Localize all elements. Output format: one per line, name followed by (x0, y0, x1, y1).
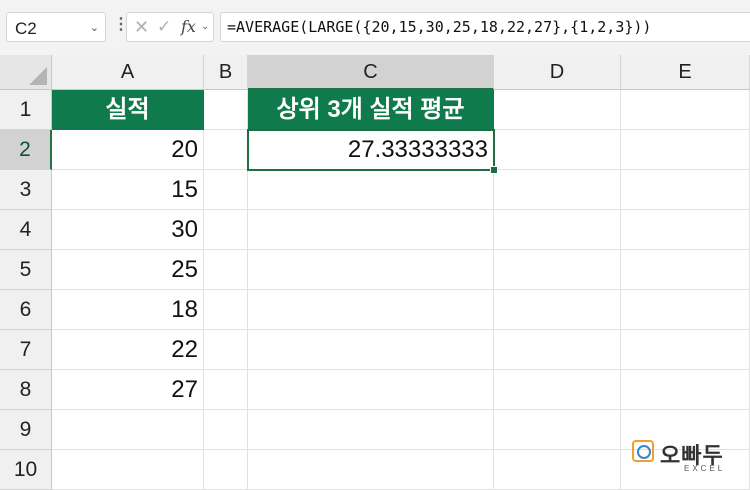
cell-c9[interactable] (248, 410, 494, 450)
cell-a2[interactable]: 20 (52, 130, 204, 170)
cell-b9[interactable] (204, 410, 248, 450)
cell-b4[interactable] (204, 210, 248, 250)
row-header-8[interactable]: 8 (0, 370, 52, 410)
row-header-9[interactable]: 9 (0, 410, 52, 450)
cell-d1[interactable] (494, 90, 621, 130)
cell-c4[interactable] (248, 210, 494, 250)
cell-b2[interactable] (204, 130, 248, 170)
formula-bar: C2 ⌄ ⋮ ✕ ✓ fx ⌄ =AVERAGE(LARGE({20,15,30… (0, 0, 750, 55)
cell-a4[interactable]: 30 (52, 210, 204, 250)
cell-c8[interactable] (248, 370, 494, 410)
column-header-e[interactable]: E (621, 55, 750, 90)
cell-e3[interactable] (621, 170, 750, 210)
cell-d3[interactable] (494, 170, 621, 210)
select-all-icon (29, 67, 47, 85)
cell-e4[interactable] (621, 210, 750, 250)
cell-b3[interactable] (204, 170, 248, 210)
cell-d10[interactable] (494, 450, 621, 490)
fill-handle[interactable] (490, 166, 498, 174)
cell-c3[interactable] (248, 170, 494, 210)
cell-a3[interactable]: 15 (52, 170, 204, 210)
cell-d4[interactable] (494, 210, 621, 250)
column-header-b[interactable]: B (204, 55, 248, 90)
row-header-7[interactable]: 7 (0, 330, 52, 370)
cell-d2[interactable] (494, 130, 621, 170)
logo-icon (632, 440, 654, 462)
cell-b7[interactable] (204, 330, 248, 370)
cell-d5[interactable] (494, 250, 621, 290)
cell-e6[interactable] (621, 290, 750, 330)
formula-controls: ✕ ✓ fx ⌄ (126, 12, 214, 42)
check-icon[interactable]: ✓ (157, 17, 171, 37)
cell-c6[interactable] (248, 290, 494, 330)
cell-a10[interactable] (52, 450, 204, 490)
cell-c10[interactable] (248, 450, 494, 490)
row-header-1[interactable]: 1 (0, 90, 52, 130)
row-header-3[interactable]: 3 (0, 170, 52, 210)
cell-a1[interactable]: 실적 (52, 90, 204, 130)
cell-a9[interactable] (52, 410, 204, 450)
insert-function-icon[interactable]: fx (181, 17, 196, 36)
row-header-2[interactable]: 2 (0, 130, 52, 170)
cell-e1[interactable] (621, 90, 750, 130)
cell-d9[interactable] (494, 410, 621, 450)
row-header-10[interactable]: 10 (0, 450, 52, 490)
cell-d6[interactable] (494, 290, 621, 330)
row-header-4[interactable]: 4 (0, 210, 52, 250)
cell-c5[interactable] (248, 250, 494, 290)
logo: 오빠두 EXCEL (632, 438, 742, 478)
cell-a6[interactable]: 18 (52, 290, 204, 330)
cell-b5[interactable] (204, 250, 248, 290)
cell-b8[interactable] (204, 370, 248, 410)
cell-d8[interactable] (494, 370, 621, 410)
cell-c7[interactable] (248, 330, 494, 370)
chevron-down-icon[interactable]: ⌄ (201, 21, 209, 32)
cell-a8[interactable]: 27 (52, 370, 204, 410)
cell-a5[interactable]: 25 (52, 250, 204, 290)
cell-a7[interactable]: 22 (52, 330, 204, 370)
row-header-5[interactable]: 5 (0, 250, 52, 290)
worksheet-grid: A B C D E 1 2 3 4 5 6 7 8 9 10 실적 20 15 … (0, 55, 750, 490)
name-box-value: C2 (15, 19, 37, 38)
cell-b6[interactable] (204, 290, 248, 330)
row-header-6[interactable]: 6 (0, 290, 52, 330)
logo-subtext: EXCEL (684, 464, 726, 473)
name-box[interactable]: C2 ⌄ (6, 12, 106, 42)
column-header-d[interactable]: D (494, 55, 621, 90)
column-header-c[interactable]: C (248, 55, 494, 90)
cell-e8[interactable] (621, 370, 750, 410)
chevron-down-icon[interactable]: ⌄ (90, 21, 99, 34)
cell-c1[interactable]: 상위 3개 실적 평균 (248, 90, 494, 130)
cell-b1[interactable] (204, 90, 248, 130)
column-header-a[interactable]: A (52, 55, 204, 90)
cell-c2[interactable]: 27.33333333 (248, 130, 494, 170)
cell-d7[interactable] (494, 330, 621, 370)
select-all-button[interactable] (0, 55, 52, 90)
cell-b10[interactable] (204, 450, 248, 490)
cancel-icon[interactable]: ✕ (134, 17, 149, 38)
cell-e5[interactable] (621, 250, 750, 290)
cell-e7[interactable] (621, 330, 750, 370)
formula-text: =AVERAGE(LARGE({20,15,30,25,18,22,27},{1… (227, 18, 652, 36)
formula-input[interactable]: =AVERAGE(LARGE({20,15,30,25,18,22,27},{1… (220, 12, 750, 42)
cell-e2[interactable] (621, 130, 750, 170)
